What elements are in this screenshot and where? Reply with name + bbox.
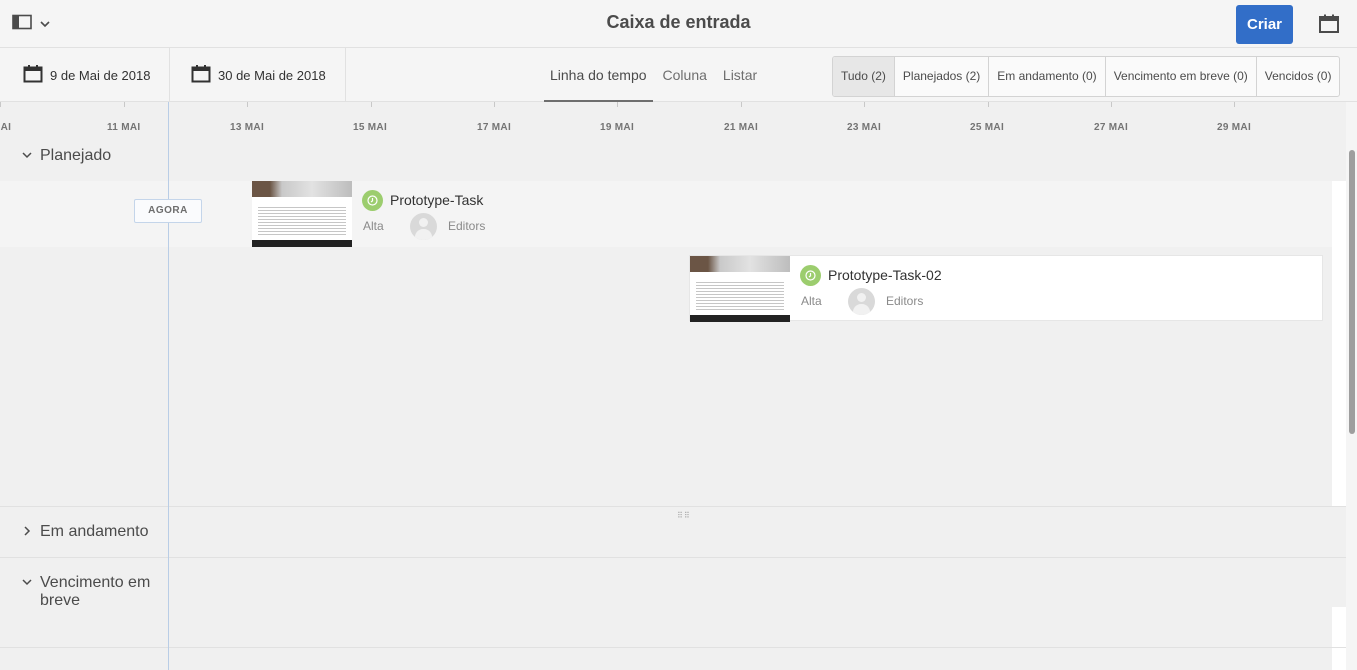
axis-tick-label: 17 MAI: [477, 122, 512, 133]
calendar-icon: [23, 64, 43, 87]
date-axis: MAI 11 MAI 13 MAI 15 MAI 17 MAI 19 MAI 2…: [0, 102, 1346, 138]
group-planned-toggle[interactable]: Planejado: [22, 147, 111, 165]
axis-tick-label: 21 MAI: [724, 122, 759, 133]
task-name: Prototype-Task: [390, 192, 484, 208]
user-avatar-icon: [410, 213, 437, 240]
view-switcher: Linha do tempo Coluna Listar: [544, 48, 767, 102]
axis-tick-label: 11 MAI: [107, 122, 141, 133]
axis-tick-label: 25 MAI: [970, 122, 1005, 133]
chevron-down-icon: [22, 577, 32, 589]
tab-timeline-view[interactable]: Linha do tempo: [544, 48, 653, 102]
rail-toggle-button[interactable]: [12, 14, 56, 34]
end-date-picker[interactable]: 30 de Mai de 2018: [170, 48, 346, 102]
axis-tick: [1111, 102, 1112, 107]
resize-grip-icon[interactable]: ⠿⠿: [677, 511, 691, 520]
group-divider: [0, 557, 1346, 558]
calendar-icon: [191, 64, 211, 87]
now-indicator-line: [168, 102, 169, 670]
task-card[interactable]: Prototype-Task Alta Editors: [252, 181, 1332, 247]
task-card[interactable]: Prototype-Task-02 Alta Editors: [689, 255, 1323, 322]
group-divider: [0, 647, 1346, 648]
status-filter-group: Tudo (2) Planejados (2) Em andamento (0)…: [832, 56, 1341, 97]
axis-tick-label: 29 MAI: [1217, 122, 1252, 133]
filter-overdue[interactable]: Vencidos (0): [1257, 57, 1340, 96]
task-thumbnail: [252, 181, 352, 247]
calendar-icon[interactable]: [1318, 13, 1340, 40]
axis-tick: [617, 102, 618, 107]
inbox-app: Caixa de entrada Criar 9 de Mai de 2018 …: [0, 0, 1357, 670]
start-date-picker[interactable]: 9 de Mai de 2018: [0, 48, 170, 102]
task-thumbnail: [690, 256, 790, 322]
task-priority: Alta: [801, 294, 822, 308]
clock-icon: [800, 265, 821, 286]
page-title: Caixa de entrada: [606, 12, 751, 32]
axis-tick: [988, 102, 989, 107]
scrollbar-thumb[interactable]: [1349, 150, 1355, 434]
task-assignee: Editors: [448, 219, 486, 233]
axis-tick-label: 13 MAI: [230, 122, 265, 133]
task-details: Prototype-Task Alta Editors: [352, 181, 512, 247]
vertical-scrollbar[interactable]: [1346, 102, 1357, 670]
header-bar: Caixa de entrada Criar: [0, 0, 1357, 48]
axis-tick-label: MAI: [0, 122, 12, 133]
filter-toolbar: 9 de Mai de 2018 30 de Mai de 2018 Linha…: [0, 48, 1357, 102]
task-assignee: Editors: [886, 294, 924, 308]
axis-tick-label: 19 MAI: [600, 122, 635, 133]
task-priority: Alta: [363, 219, 384, 233]
row-edge: [1332, 181, 1346, 506]
group-label: Planejado: [40, 147, 112, 164]
group-label: Vencimento em breve: [40, 574, 151, 609]
row-edge: [1332, 607, 1346, 670]
sidebar-panel-icon: [12, 14, 32, 35]
group-due-soon-toggle[interactable]: Vencimento em breve: [22, 574, 157, 610]
chevron-down-icon: [40, 15, 50, 33]
user-avatar-icon: [848, 288, 875, 315]
now-badge: AGORA: [134, 199, 202, 223]
axis-tick: [1234, 102, 1235, 107]
task-details: Prototype-Task-02 Alta Editors: [790, 256, 970, 320]
axis-tick: [0, 102, 1, 107]
task-name: Prototype-Task-02: [828, 267, 942, 283]
clock-icon: [362, 190, 383, 211]
group-label: Em andamento: [40, 523, 149, 540]
group-in-progress-toggle[interactable]: Em andamento: [22, 523, 149, 541]
filter-planned[interactable]: Planejados (2): [895, 57, 990, 96]
filter-in-progress[interactable]: Em andamento (0): [989, 57, 1106, 96]
axis-tick: [494, 102, 495, 107]
group-divider: [0, 506, 1346, 507]
axis-tick: [864, 102, 865, 107]
axis-tick-label: 15 MAI: [353, 122, 388, 133]
filter-all[interactable]: Tudo (2): [833, 57, 895, 96]
create-button[interactable]: Criar: [1236, 5, 1293, 44]
axis-tick: [124, 102, 125, 107]
chevron-right-icon: [22, 526, 32, 539]
tab-list-view[interactable]: Listar: [717, 48, 763, 102]
chevron-down-icon: [22, 150, 32, 162]
axis-tick-label: 27 MAI: [1094, 122, 1129, 133]
start-date-label: 9 de Mai de 2018: [50, 67, 151, 83]
axis-tick-label: 23 MAI: [847, 122, 882, 133]
axis-tick: [247, 102, 248, 107]
end-date-label: 30 de Mai de 2018: [218, 67, 326, 83]
tab-column-view[interactable]: Coluna: [657, 48, 713, 102]
filter-due-soon[interactable]: Vencimento em breve (0): [1106, 57, 1257, 96]
timeline-panel: MAI 11 MAI 13 MAI 15 MAI 17 MAI 19 MAI 2…: [0, 102, 1346, 670]
axis-tick: [371, 102, 372, 107]
axis-tick: [741, 102, 742, 107]
